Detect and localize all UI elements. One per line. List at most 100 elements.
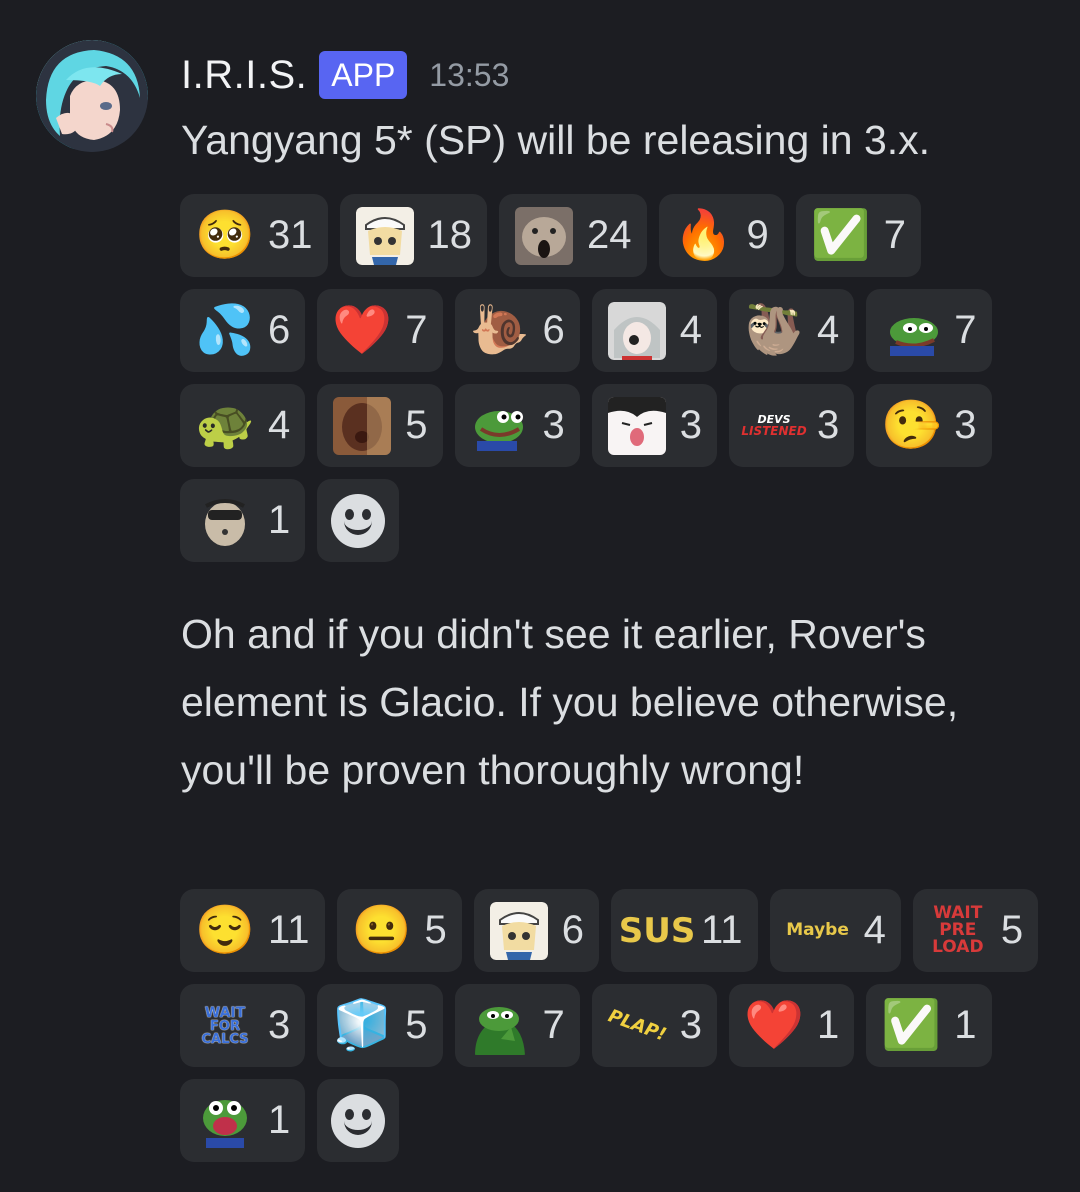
avatar[interactable] (36, 40, 148, 152)
reaction-hamster-scream[interactable]: 24 (499, 194, 647, 277)
reaction-count: 7 (954, 308, 977, 352)
username[interactable]: I.R.I.S. (181, 53, 307, 98)
hamster-scream-icon (515, 206, 573, 265)
reaction-turtle[interactable]: 🐢 4 (180, 384, 306, 467)
fire-icon: 🔥 (673, 208, 734, 262)
reaction-count: 3 (542, 403, 565, 447)
reaction-count: 4 (817, 308, 840, 352)
reaction-relieved-smirk[interactable]: 😌 11 (180, 889, 325, 972)
anime-crying-icon (607, 301, 666, 360)
reaction-count: 4 (863, 908, 886, 952)
lying-face-icon: 🤥 (881, 398, 942, 452)
emoji-text-line: SUS (618, 910, 696, 951)
reaction-plap-text[interactable]: PLAP! 3 (591, 984, 717, 1067)
emoji-text-line: PLAP! (605, 1004, 669, 1046)
reaction-count: 7 (405, 308, 428, 352)
message-header: I.R.I.S. APP 13:53 (181, 50, 509, 100)
reaction-fire[interactable]: 🔥 9 (658, 194, 784, 277)
reaction-pepe-thumbs-up[interactable]: 7 (454, 984, 580, 1067)
ice-cube-icon: 🧊 (332, 998, 393, 1052)
turtle-icon: 🐢 (195, 398, 255, 452)
reaction-pepe[interactable]: 7 (866, 289, 992, 372)
reaction-bar: 🥺 31 18 24 🔥 9 ✅ 7 💦 6 ❤️ 7 🐌 6 4 🦥 4 7 🐢 4 5 3 3 DEVS LISTENED 3… (180, 194, 1040, 562)
snail-icon: 🐌 (469, 303, 530, 357)
reaction-count: 6 (542, 308, 565, 352)
reaction-man-kiss[interactable]: 5 (317, 384, 443, 467)
anime-girl-sticker-icon (489, 901, 548, 960)
reaction-count: 31 (268, 213, 313, 257)
reaction-check-mark[interactable]: ✅ 1 (866, 984, 992, 1067)
reaction-count: 1 (268, 1098, 291, 1142)
reaction-heart[interactable]: ❤️ 7 (317, 289, 443, 372)
neutral-face-icon: 😐 (351, 903, 412, 957)
reaction-count: 5 (424, 908, 447, 952)
message-text: Yangyang 5* (SP) will be releasing in 3.… (181, 117, 931, 163)
hamster-shades-icon (196, 492, 254, 550)
reaction-devs-listened[interactable]: DEVS LISTENED 3 (729, 384, 855, 467)
reaction-heart[interactable]: ❤️ 1 (729, 984, 855, 1067)
pepe-shouting-icon (196, 1092, 254, 1150)
add-reaction-button[interactable] (317, 479, 400, 562)
devs-listened-icon: DEVS LISTENED (741, 397, 806, 455)
plap-text-icon: PLAP! (605, 997, 669, 1055)
reaction-count: 3 (679, 1003, 702, 1047)
message-text-followup: Oh and if you didn't see it earlier, Rov… (181, 611, 959, 793)
reaction-sweat-drops[interactable]: 💦 6 (180, 289, 306, 372)
emoji-text-line: Maybe (786, 920, 849, 940)
reaction-count: 24 (587, 213, 632, 257)
reaction-count: 7 (883, 213, 906, 257)
reaction-anime-girl-sticker[interactable]: 18 (339, 194, 487, 277)
check-mark-icon: ✅ (810, 208, 871, 262)
reaction-maybe-text[interactable]: Maybe 4 (769, 889, 901, 972)
reaction-neutral-face[interactable]: 😐 5 (336, 889, 462, 972)
pleading-face-icon: 🥺 (195, 208, 255, 262)
emoji-text-line: CALCS (201, 1031, 249, 1047)
reaction-count: 3 (268, 1003, 291, 1047)
reaction-anime-crying[interactable]: 4 (591, 289, 717, 372)
reaction-pleading-face[interactable]: 🥺 31 (180, 194, 328, 277)
reaction-count: 5 (405, 403, 428, 447)
emoji-text-line: LOAD (932, 937, 984, 957)
pepe-thumbs-up-icon (471, 997, 529, 1055)
emoji-text-line: LISTENED (741, 424, 807, 438)
add-reaction-smiley-icon (331, 1093, 386, 1148)
reaction-count: 3 (817, 403, 840, 447)
reaction-snail[interactable]: 🐌 6 (454, 289, 580, 372)
timestamp[interactable]: 13:53 (429, 57, 509, 94)
sweat-drops-icon: 💦 (195, 303, 255, 357)
reaction-wait-for-calcs[interactable]: WAIT FOR CALCS 3 (180, 984, 306, 1067)
reaction-count: 1 (268, 498, 291, 542)
wait-preload-icon: WAIT PRE LOAD (929, 902, 987, 960)
reaction-anime-girl-sticker[interactable]: 6 (473, 889, 600, 972)
add-reaction-button[interactable] (317, 1079, 400, 1162)
reaction-count: 6 (561, 908, 585, 952)
add-reaction-smiley-icon (331, 493, 386, 548)
reaction-hamster-shades[interactable]: 1 (180, 479, 306, 562)
reaction-anime-shocked[interactable]: 3 (591, 384, 717, 467)
reaction-count: 5 (405, 1003, 428, 1047)
sloth-icon: 🦥 (744, 303, 804, 357)
reaction-ice-cube[interactable]: 🧊 5 (317, 984, 443, 1067)
reaction-count: 4 (679, 308, 702, 352)
reaction-wait-preload[interactable]: WAIT PRE LOAD 5 (912, 889, 1039, 972)
emoji-text-line: FOR (210, 1018, 240, 1034)
reaction-count: 11 (701, 908, 743, 952)
heart-icon: ❤️ (744, 998, 804, 1052)
reaction-count: 3 (679, 403, 702, 447)
reaction-count: 9 (746, 213, 769, 257)
reaction-count: 1 (954, 1003, 977, 1047)
relieved-smirk-icon: 😌 (195, 903, 255, 957)
emoji-text-line: WAIT (204, 1004, 246, 1021)
reaction-count: 4 (268, 403, 291, 447)
maybe-text-icon: Maybe (786, 902, 850, 960)
reaction-lying-face[interactable]: 🤥 3 (866, 384, 992, 467)
reaction-count: 6 (268, 308, 291, 352)
reaction-pepe-shouting[interactable]: 1 (180, 1079, 306, 1162)
pepe-happy-icon (471, 397, 529, 455)
anime-girl-sticker-icon (355, 206, 414, 265)
reaction-sus-text[interactable]: SUS 11 (611, 889, 758, 972)
reaction-sloth[interactable]: 🦥 4 (729, 289, 855, 372)
check-mark-icon: ✅ (881, 998, 942, 1052)
reaction-pepe-happy[interactable]: 3 (454, 384, 580, 467)
reaction-check-mark[interactable]: ✅ 7 (795, 194, 921, 277)
